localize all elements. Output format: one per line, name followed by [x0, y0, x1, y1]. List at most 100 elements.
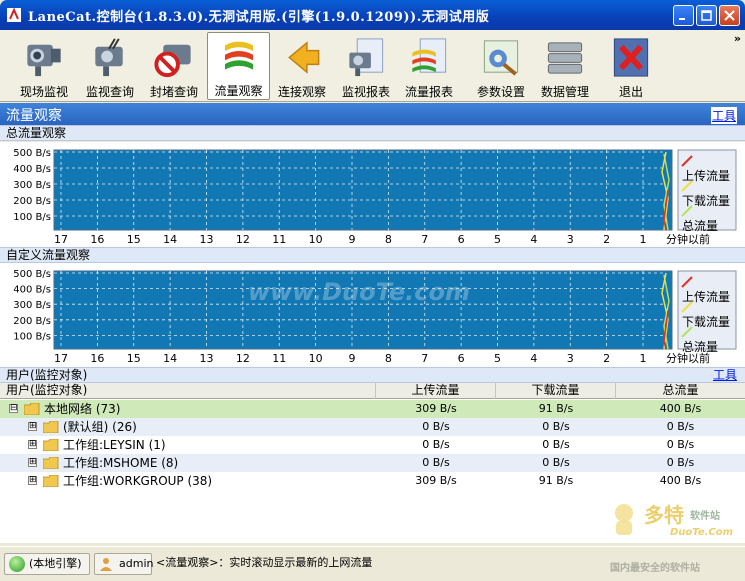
engine-label: (本地引擎) [29, 557, 82, 570]
row-upload: 0 B/s [422, 420, 450, 433]
x-tick-label: 14 [163, 352, 177, 365]
close-button[interactable] [719, 5, 740, 26]
toolbar-button-exit[interactable]: 退出 [604, 32, 658, 100]
legend-label: 下载流量 [682, 315, 730, 329]
traffic-icon [224, 41, 253, 70]
database-icon [547, 42, 583, 74]
x-tick-label: 6 [458, 352, 465, 365]
expand-toggle-icon[interactable]: ⊞ [28, 458, 37, 467]
x-tick-label: 7 [421, 233, 428, 246]
app-icon [7, 7, 21, 22]
column-header-upload[interactable]: 上传流量 [376, 383, 496, 399]
user-label: admin [119, 557, 154, 570]
toolbar-label: 退出 [618, 85, 643, 99]
column-header-download[interactable]: 下载流量 [496, 383, 616, 399]
toolbar-button-settings[interactable]: 参数设置 [471, 32, 531, 100]
table-row[interactable]: ⊟ 本地网络 (73) 309 B/s 91 B/s 400 B/s [0, 400, 745, 418]
row-upload: 0 B/s [422, 438, 450, 451]
tools-link[interactable]: 工具 [710, 107, 737, 124]
x-tick-label: 15 [127, 233, 141, 246]
toolbar-label: 监视报表 [341, 85, 390, 99]
table-row[interactable]: ⊞ 工作组:WORKGROUP (38) 309 B/s 91 B/s 400 … [0, 472, 745, 490]
user-icon [100, 558, 112, 571]
toolbar-button-data-management[interactable]: 数据管理 [535, 32, 595, 100]
title-bar: LaneCat.控制台(1.8.3.0).无洞试用版.(引擎(1.9.0.120… [0, 0, 745, 30]
x-tick-label: 16 [90, 352, 104, 365]
toolbar-button-block-query[interactable]: 封堵查询 [144, 32, 204, 100]
expand-toggle-icon[interactable]: ⊞ [28, 440, 37, 449]
x-tick-label: 4 [530, 352, 537, 365]
toolbar-button-traffic-report[interactable]: 流量报表 [399, 32, 459, 100]
x-tick-label: 12 [236, 352, 250, 365]
center-watermark: www.DuoTe.com [248, 278, 470, 306]
y-tick-label: 300 B/s [13, 300, 51, 311]
x-tick-label: 3 [567, 233, 574, 246]
toolbar-button-monitor-report[interactable]: 监视报表 [336, 32, 396, 100]
x-tick-label: 17 [54, 233, 68, 246]
total-traffic-chart-area: 500 B/s 400 B/s 300 B/s 200 B/s 100 B/s 17 16 1… [0, 142, 745, 248]
maximize-button[interactable] [696, 5, 717, 26]
folder-icon [43, 421, 59, 433]
table-row[interactable]: ⊞ 工作组:MSHOME (8) 0 B/s 0 B/s 0 B/s [0, 454, 745, 472]
row-name: 工作组:WORKGROUP (38) [63, 474, 213, 488]
x-tick-label: 9 [349, 352, 356, 365]
y-tick-label: 400 B/s [13, 164, 51, 175]
toolbar-label: 流量观察 [214, 84, 263, 98]
close-icon [724, 10, 735, 21]
exit-icon [613, 38, 649, 77]
row-name: (默认组) (26) [63, 420, 137, 434]
row-name: 工作组:MSHOME (8) [63, 456, 179, 470]
brand-url: DuoTe.Com [670, 527, 734, 538]
row-total: 0 B/s [666, 438, 695, 451]
user-status[interactable]: admin [94, 553, 154, 575]
toolbar-button-monitor-query[interactable]: 监视查询 [80, 32, 140, 100]
toolbar-label: 监视查询 [85, 85, 134, 99]
folder-icon [24, 403, 40, 415]
total-traffic-chart: 500 B/s400 B/s300 B/s200 B/s100 B/s17 16 1… [13, 148, 737, 246]
row-download: 0 B/s [542, 456, 570, 469]
row-download: 91 B/s [538, 402, 574, 415]
row-upload: 309 B/s [415, 474, 457, 487]
toolbar-button-traffic-watch[interactable]: 流量观察 [207, 32, 270, 100]
y-tick-label: 100 B/s [13, 331, 51, 342]
row-total: 400 B/s [659, 474, 702, 487]
minimize-button[interactable] [673, 5, 694, 26]
legend-label: 总流量 [682, 340, 718, 354]
expand-toggle-icon[interactable]: ⊞ [28, 422, 37, 431]
x-tick-label: 1 [640, 233, 647, 246]
column-header-total[interactable]: 总流量 [616, 383, 745, 399]
section-header-custom: 自定义流量观察 [0, 247, 745, 263]
status-message-text: <流量观察>：实时滚动显示最新的上网流量 [156, 556, 373, 569]
engine-status[interactable]: (本地引擎) [4, 553, 90, 575]
x-tick-label: 4 [530, 233, 537, 246]
column-header-user[interactable]: 用户(监控对象) [0, 383, 376, 399]
toolbar-overflow-chevron-icon[interactable]: » [734, 32, 741, 45]
toolbar-button-connection-watch[interactable]: 连接观察 [272, 32, 332, 100]
folder-icon [43, 439, 59, 451]
x-tick-label: 10 [309, 352, 323, 365]
section-header-users: 用户(监控对象) 工具 [0, 367, 745, 383]
y-tick-label: 100 B/s [13, 212, 51, 223]
x-tick-label: 15 [127, 352, 141, 365]
users-tools-link[interactable]: 工具 [713, 368, 737, 382]
brand-suffix: 软件站 [690, 511, 720, 522]
x-tick-label: 3 [567, 352, 574, 365]
x-tick-label: 5 [494, 352, 501, 365]
camera-report-icon [349, 38, 384, 77]
x-tick-label: 8 [385, 352, 392, 365]
x-tick-label: 16 [90, 233, 104, 246]
table-row[interactable]: ⊞ 工作组:LEYSIN (1) 0 B/s 0 B/s 0 B/s [0, 436, 745, 454]
table-row[interactable]: ⊞ (默认组) (26) 0 B/s 0 B/s 0 B/s [0, 418, 745, 436]
expand-toggle-icon[interactable]: ⊞ [28, 476, 37, 485]
x-tick-label: 6 [458, 233, 465, 246]
toolbar-button-live-monitor[interactable]: 现场监视 [14, 32, 74, 100]
x-tick-label: 5 [494, 233, 501, 246]
toolbar-label: 数据管理 [540, 85, 589, 99]
x-tick-label: 2 [603, 233, 610, 246]
status-bar: (本地引擎) admin <流量观察>：实时滚动显示最新的上网流量 国内最安全的… [0, 546, 745, 581]
window-title: LaneCat.控制台(1.8.3.0).无洞试用版.(引擎(1.9.0.120… [28, 9, 490, 25]
camera-search-icon [95, 38, 123, 77]
x-axis-label: 分钟以前 [666, 232, 710, 246]
x-tick-label: 2 [603, 352, 610, 365]
collapse-toggle-icon[interactable]: ⊟ [9, 404, 18, 413]
